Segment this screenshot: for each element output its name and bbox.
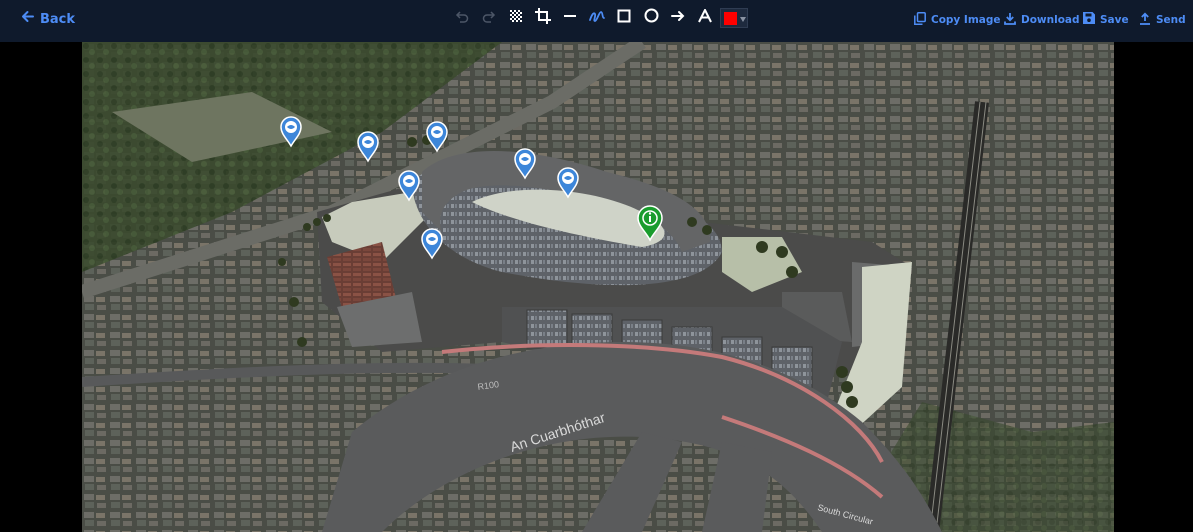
arrow-icon bbox=[671, 9, 685, 28]
save-button[interactable]: Save bbox=[1083, 12, 1129, 27]
circle-icon bbox=[644, 8, 659, 28]
freehand-icon bbox=[589, 8, 605, 29]
download-button[interactable]: Download bbox=[1004, 12, 1080, 28]
crop-icon bbox=[535, 7, 551, 29]
back-label: Back bbox=[40, 11, 76, 27]
arrow-tool[interactable] bbox=[668, 8, 688, 28]
blur-icon bbox=[510, 9, 522, 27]
aerial-3d-view: An Cuarbhóthar South Circular R100 bbox=[82, 42, 1114, 532]
rectangle-icon bbox=[617, 9, 631, 28]
save-icon bbox=[1083, 12, 1095, 27]
map-canvas[interactable]: An Cuarbhóthar South Circular R100 bbox=[82, 42, 1114, 532]
line-icon bbox=[563, 9, 577, 28]
copy-image-button[interactable]: Copy Image bbox=[914, 12, 1001, 28]
undo-button[interactable] bbox=[452, 8, 472, 28]
color-swatch bbox=[724, 11, 737, 25]
freehand-tool[interactable] bbox=[587, 8, 607, 28]
crop-tool[interactable] bbox=[533, 7, 553, 29]
copy-image-label: Copy Image bbox=[931, 14, 1001, 26]
arrow-left-icon bbox=[21, 10, 34, 28]
back-button[interactable]: Back bbox=[21, 10, 75, 28]
blur-tool[interactable] bbox=[506, 8, 526, 28]
circle-tool[interactable] bbox=[641, 8, 661, 28]
download-icon bbox=[1004, 12, 1016, 28]
editor-toolbar: Back Copy Image Download Save Send bbox=[0, 0, 1193, 42]
send-button[interactable]: Send bbox=[1139, 12, 1186, 28]
line-tool[interactable] bbox=[560, 8, 580, 28]
undo-icon bbox=[455, 9, 469, 28]
send-label: Send bbox=[1156, 14, 1186, 26]
color-picker[interactable] bbox=[720, 8, 748, 28]
redo-icon bbox=[482, 9, 496, 28]
caret-down-icon bbox=[740, 9, 746, 27]
text-icon bbox=[698, 7, 712, 28]
text-tool[interactable] bbox=[695, 7, 715, 28]
copy-icon bbox=[914, 12, 926, 28]
save-label: Save bbox=[1100, 13, 1129, 26]
upload-icon bbox=[1139, 12, 1151, 28]
download-label: Download bbox=[1021, 14, 1080, 26]
redo-button[interactable] bbox=[479, 8, 499, 28]
rectangle-tool[interactable] bbox=[614, 8, 634, 28]
